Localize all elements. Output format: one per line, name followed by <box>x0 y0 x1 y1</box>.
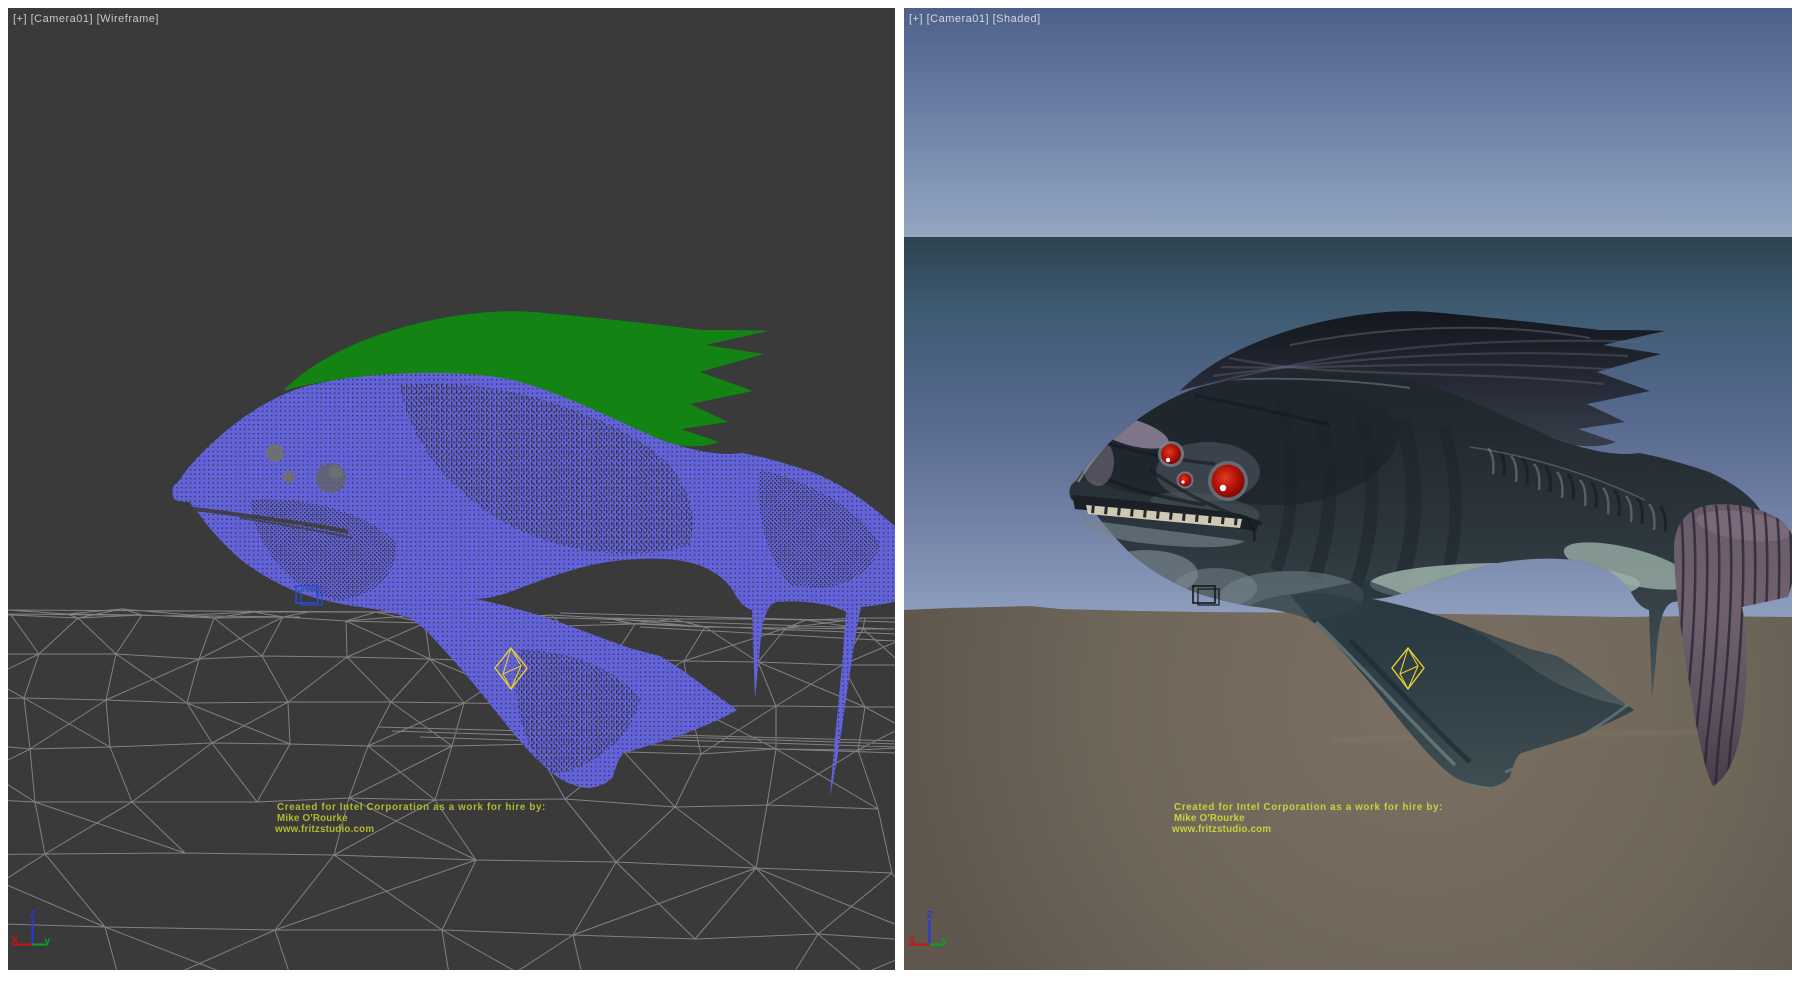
svg-text:Created for Intel Corporation: Created for Intel Corporation as a work … <box>277 802 546 813</box>
svg-text:X: X <box>12 935 19 946</box>
svg-text:[+] [Camera01] [Shaded]: [+] [Camera01] [Shaded] <box>909 13 1041 25</box>
svg-text:Mike O'Rourke: Mike O'Rourke <box>277 813 348 824</box>
svg-text:www.fritzstudio.com: www.fritzstudio.com <box>1171 824 1271 835</box>
svg-text:Created for Intel Corporation: Created for Intel Corporation as a work … <box>1174 802 1443 813</box>
svg-text:Z: Z <box>30 910 36 921</box>
svg-text:www.fritzstudio.com: www.fritzstudio.com <box>274 824 374 835</box>
svg-text:Mike O'Rourke: Mike O'Rourke <box>1174 813 1245 824</box>
svg-text:X: X <box>909 935 916 946</box>
svg-text:[+] [Camera01] [Wireframe]: [+] [Camera01] [Wireframe] <box>13 13 159 25</box>
svg-text:y: y <box>942 936 948 947</box>
svg-text:y: y <box>45 936 51 947</box>
svg-text:Z: Z <box>927 910 933 921</box>
